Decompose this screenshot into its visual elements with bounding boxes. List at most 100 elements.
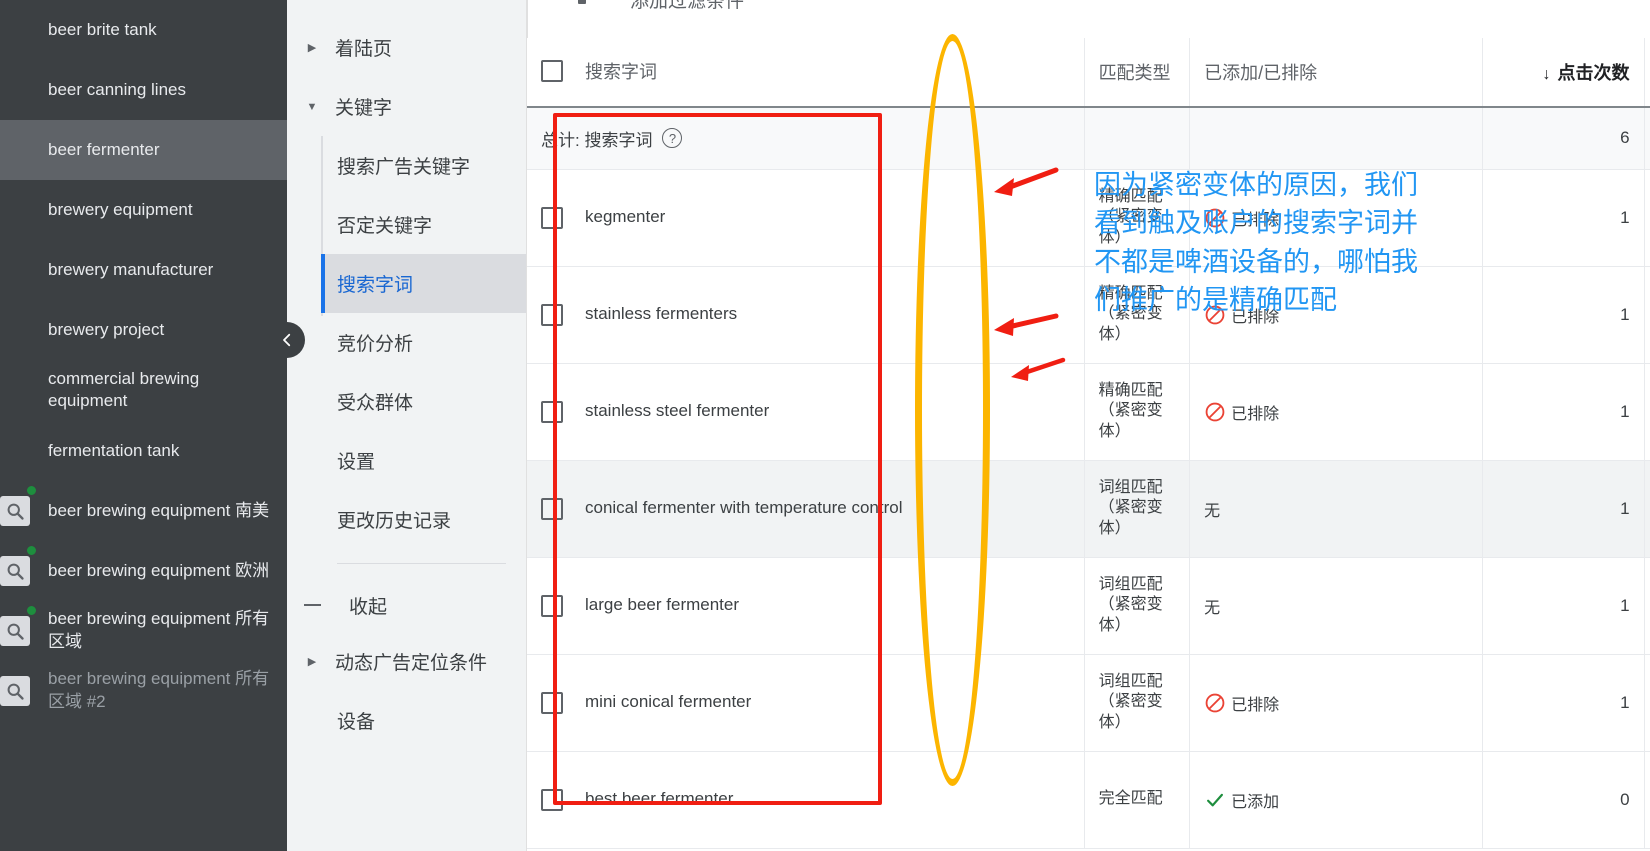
nav-item-12[interactable]: 设备	[321, 691, 526, 750]
sidebar-item-label: beer canning lines	[48, 79, 186, 99]
nav-item-5[interactable]: 竞价分析	[321, 313, 526, 372]
sidebar-campaign-item[interactable]: beer brewing equipment 所有区域	[0, 601, 287, 661]
column-header-clicks[interactable]: ↓ 点击次数	[1482, 38, 1645, 108]
nav-group-label: 关键字	[335, 98, 393, 119]
cell-match-type: 完全匹配	[1084, 751, 1191, 849]
row-checkbox[interactable]	[541, 303, 563, 326]
sidebar-item-label: brewery equipment	[48, 199, 193, 219]
column-header-term[interactable]: 搜索字词	[527, 38, 1085, 108]
search-terms-main: 添加过滤条件 搜索字词匹配类型已添加/已排除↓点击次数展示次数点击率平 总计: …	[527, 0, 1650, 851]
nav-group-1[interactable]: ▼ 关键字	[287, 77, 526, 136]
nav-item-label: 竞价分析	[337, 334, 414, 355]
row-checkbox[interactable]	[541, 206, 563, 229]
nav-item-label: 受众群体	[337, 393, 414, 414]
sidebar-adgroup-item[interactable]: beer brite tank	[0, 0, 287, 60]
column-header-status[interactable]: 已添加/已排除	[1189, 38, 1484, 108]
cell-impressions: 1	[1644, 460, 1650, 558]
select-all-checkbox[interactable]	[541, 59, 563, 82]
sidebar-adgroup-item[interactable]: fermentation tank	[0, 421, 287, 481]
sidebar-item-label: beer brewing equipment 欧洲	[48, 560, 270, 580]
table-row[interactable]: large beer fermenter词组匹配（紧密变体）无11100.00%	[527, 557, 1650, 655]
added-icon	[1207, 793, 1224, 806]
excluded-icon	[1205, 402, 1225, 421]
table-header: 搜索字词匹配类型已添加/已排除↓点击次数展示次数点击率平	[527, 38, 1650, 108]
table-row[interactable]: stainless steel fermenter 精确匹配（紧密变体） 已排除 11…	[527, 363, 1650, 461]
chevron-right-icon: ▶	[307, 656, 317, 668]
search-campaign-icon	[0, 555, 30, 586]
nav-item-4[interactable]: 搜索字词	[321, 254, 526, 313]
table-row[interactable]: best beer fermenter完全匹配已添加010.00%	[527, 751, 1650, 849]
nav-divider	[337, 563, 506, 564]
filter-icon	[578, 0, 586, 4]
chevron-down-icon: ▼	[306, 100, 318, 113]
sidebar-adgroup-item[interactable]: brewery manufacturer	[0, 240, 287, 300]
row-checkbox[interactable]	[541, 691, 563, 714]
cell-impressions: 1	[1644, 557, 1650, 655]
row-checkbox[interactable]	[541, 788, 563, 811]
column-header-match[interactable]: 匹配类型	[1084, 38, 1191, 108]
nav-group-0[interactable]: ▶ 着陆页	[287, 18, 526, 77]
table-row[interactable]: stainless fermenters精确匹配（紧密变体）已排除11100.0…	[527, 266, 1650, 364]
cell-term: mini conical fermenter	[527, 654, 1085, 752]
row-checkbox[interactable]	[541, 594, 563, 617]
sidebar-adgroup-item[interactable]: beer fermenter	[0, 120, 287, 180]
cell-match-type: 词组匹配（紧密变体）	[1084, 557, 1191, 655]
add-filter-label[interactable]: 添加过滤条件	[630, 0, 744, 13]
search-term-text: stainless steel fermenter	[585, 401, 770, 421]
table-row[interactable]: mini conical fermenter词组匹配（紧密变体）已排除1250.…	[527, 654, 1650, 752]
filter-bar: 添加过滤条件	[527, 0, 1650, 38]
cell-status: 无	[1189, 460, 1484, 558]
search-icon	[7, 683, 24, 700]
column-header-label: 已添加/已排除	[1204, 63, 1318, 83]
nav-subgroup: 搜索广告关键字 否定关键字搜索字词竞价分析	[321, 136, 526, 372]
nav-item-2[interactable]: 搜索广告关键字	[321, 136, 526, 195]
sidebar-adgroup-item[interactable]: commercial brewing equipment	[0, 360, 287, 421]
chevron-left-icon	[283, 333, 291, 347]
sidebar-campaign-item[interactable]: beer brewing equipment 所有区域 #2	[0, 661, 287, 721]
sidebar-campaign-item[interactable]: beer brewing equipment 南美	[0, 481, 287, 541]
search-term-text: large beer fermenter	[585, 595, 740, 615]
nav-item-7[interactable]: 设置	[321, 431, 526, 490]
total-label: 总计: 搜索字词	[541, 130, 653, 150]
table-row[interactable]: conical fermenter with temperature contr…	[527, 460, 1650, 558]
row-checkbox[interactable]	[541, 400, 563, 423]
help-icon[interactable]: ?	[662, 128, 683, 149]
cell-status: 已排除	[1189, 654, 1484, 752]
cell-term: stainless steel fermenter	[527, 363, 1085, 461]
nav-item-3[interactable]: 否定关键字	[321, 195, 526, 254]
nav-item-label: 更改历史记录	[337, 511, 452, 532]
row-checkbox[interactable]	[541, 497, 563, 520]
cell-impressions: 1	[1644, 266, 1650, 364]
cell-clicks: 0	[1482, 751, 1645, 849]
nav-group-label: 动态广告定位条件	[335, 653, 488, 674]
nav-collapse-label: 收起	[349, 596, 388, 618]
cell-match-type: 精确匹配（紧密变体）	[1084, 363, 1191, 461]
sidebar-adgroup-item[interactable]: brewery equipment	[0, 180, 287, 240]
nav-collapse-toggle[interactable]: 收起	[287, 578, 526, 632]
sidebar-item-label: commercial brewing equipment	[48, 369, 200, 411]
collapse-nav-button[interactable]	[269, 322, 305, 358]
nav-item-label: 搜索字词	[337, 275, 414, 296]
total-label-cell: 总计: 搜索字词?	[527, 107, 1085, 170]
nav-item-6[interactable]: 受众群体	[321, 372, 526, 431]
sidebar-item-label: brewery manufacturer	[48, 259, 214, 279]
search-campaign-icon	[0, 675, 30, 706]
cell-status: 已排除	[1189, 363, 1484, 461]
table-row[interactable]: kegmenter精确匹配（紧密变体）已排除1250.00%	[527, 169, 1650, 267]
status-label: 无	[1204, 599, 1221, 617]
excluded-icon	[1205, 305, 1225, 324]
sidebar-adgroup-item[interactable]: beer canning lines	[0, 60, 287, 120]
status-label: 已排除	[1231, 308, 1280, 326]
sidebar-item-label: beer brite tank	[48, 19, 157, 39]
cell-term: best beer fermenter	[527, 751, 1085, 849]
column-header-impressions[interactable]: 展示次数	[1644, 38, 1650, 108]
sidebar-adgroup-item[interactable]: brewery project	[0, 300, 287, 360]
chevron-right-icon: ▶	[307, 42, 317, 54]
search-term-text: conical fermenter with temperature contr…	[585, 498, 903, 518]
nav-item-label: 设置	[337, 452, 376, 473]
table-total-row: 总计: 搜索字词?62222.70%	[527, 107, 1650, 170]
sidebar-campaign-item[interactable]: beer brewing equipment 欧洲	[0, 541, 287, 601]
nav-item-8[interactable]: 更改历史记录	[321, 490, 526, 549]
cell-clicks: 1	[1482, 266, 1645, 364]
nav-group-11[interactable]: ▶ 动态广告定位条件	[287, 632, 526, 691]
